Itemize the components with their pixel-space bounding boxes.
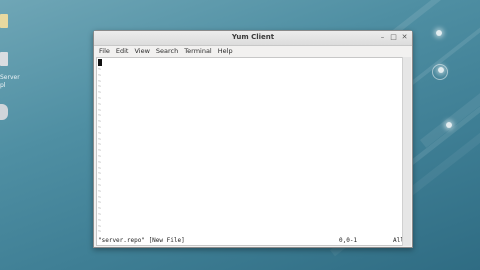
desktop-trash-icon[interactable] <box>0 104 8 120</box>
menubar: File Edit View Search Terminal Help <box>94 46 412 56</box>
window-titlebar[interactable]: Yum Client – □ ✕ <box>94 31 412 46</box>
menu-view[interactable]: View <box>134 46 149 56</box>
status-cursor-position: 0,0-1 <box>339 237 358 244</box>
window-title: Yum Client <box>231 33 275 41</box>
menu-help[interactable]: Help <box>218 46 233 56</box>
empty-line-marker: ~ <box>98 229 102 236</box>
status-filename: "server.repo" [New File] <box>98 237 185 244</box>
text-cursor <box>98 59 102 66</box>
maximize-icon[interactable]: □ <box>389 33 398 42</box>
menu-file[interactable]: File <box>99 46 110 56</box>
terminal-window: Yum Client – □ ✕ File Edit View Search T… <box>93 30 413 248</box>
window-controls: – □ ✕ <box>378 33 409 42</box>
terminal-area[interactable]: ~ ~ ~ ~ ~ ~ ~ ~ ~ ~ ~ ~ ~ ~ ~ ~ ~ ~ ~ ~ ~ ~ ~ ~ ~ ~ ~ ~ ~ "server.re… <box>96 57 404 246</box>
wallpaper-glow <box>446 122 452 128</box>
menu-terminal[interactable]: Terminal <box>184 46 211 56</box>
desktop-icon-label: Server <box>0 74 20 81</box>
scrollbar[interactable] <box>402 57 411 246</box>
empty-line-markers: ~ ~ ~ ~ ~ ~ ~ ~ ~ ~ ~ ~ ~ ~ ~ ~ ~ ~ ~ ~ ~ ~ ~ ~ ~ ~ ~ ~ ~ <box>98 67 102 236</box>
wallpaper-glow <box>436 30 442 36</box>
desktop-icon-label: pl <box>0 82 6 89</box>
menu-search[interactable]: Search <box>156 46 178 56</box>
wallpaper-ring <box>432 64 448 80</box>
menu-edit[interactable]: Edit <box>116 46 129 56</box>
close-icon[interactable]: ✕ <box>400 33 409 42</box>
desktop-server-icon[interactable] <box>0 52 8 66</box>
minimize-icon[interactable]: – <box>378 33 387 42</box>
desktop-folder-icon[interactable] <box>0 14 8 28</box>
